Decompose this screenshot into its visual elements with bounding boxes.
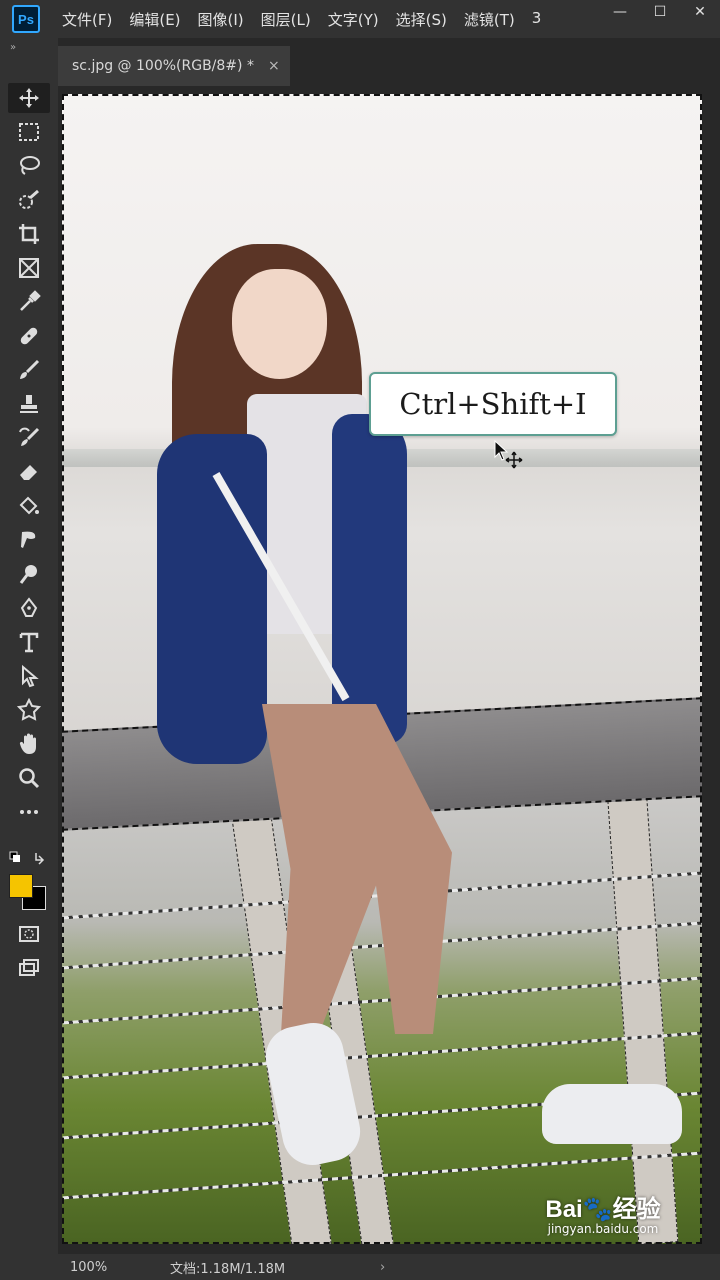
brush-tool[interactable] bbox=[8, 355, 50, 385]
close-tab-icon[interactable]: × bbox=[268, 58, 280, 74]
shortcut-tooltip: Ctrl+Shift+I bbox=[369, 372, 617, 436]
status-menu-arrow[interactable]: › bbox=[380, 1260, 385, 1275]
frame-tool[interactable] bbox=[8, 253, 50, 283]
quick-selection-icon bbox=[19, 189, 39, 209]
zoom-level[interactable]: 100% bbox=[70, 1260, 130, 1275]
menu-image[interactable]: 图像(I) bbox=[198, 9, 244, 30]
menu-filter[interactable]: 滤镜(T) bbox=[464, 9, 515, 30]
status-bar: 100% 文档:1.18M/1.18M › bbox=[58, 1254, 720, 1280]
minimize-button[interactable]: — bbox=[600, 0, 640, 24]
menu-file[interactable]: 文件(F) bbox=[62, 9, 112, 30]
menu-edit[interactable]: 编辑(E) bbox=[129, 9, 180, 30]
zoom-tool[interactable] bbox=[8, 763, 50, 793]
type-tool[interactable] bbox=[8, 627, 50, 657]
lasso-icon bbox=[20, 156, 40, 175]
quick-mask-icon bbox=[19, 926, 39, 942]
screen-mode-button[interactable] bbox=[8, 953, 50, 983]
menu-items: 文件(F) 编辑(E) 图像(I) 图层(L) 文字(Y) 选择(S) 滤镜(T… bbox=[62, 9, 558, 30]
crop-icon bbox=[19, 224, 39, 244]
lasso-tool[interactable] bbox=[8, 151, 50, 181]
baidu-watermark: Bai🐾经验 jingyan.baidu.com bbox=[528, 1189, 678, 1236]
brush-icon bbox=[20, 359, 40, 379]
shape-icon bbox=[17, 698, 41, 721]
document-canvas-photo[interactable]: Bai🐾经验 jingyan.baidu.com bbox=[62, 94, 702, 1244]
foreground-color-swatch[interactable] bbox=[9, 874, 33, 898]
menu-bar: Ps 文件(F) 编辑(E) 图像(I) 图层(L) 文字(Y) 选择(S) 滤… bbox=[0, 0, 720, 38]
marquee-icon bbox=[19, 123, 39, 141]
window-controls: — ☐ ✕ bbox=[600, 0, 720, 24]
quick-mask-button[interactable] bbox=[8, 919, 50, 949]
document-info: 文档:1.18M/1.18M bbox=[170, 1261, 286, 1277]
screen-mode-icon bbox=[19, 959, 39, 976]
tools-panel: » bbox=[0, 38, 58, 1280]
move-icon bbox=[19, 88, 39, 108]
close-button[interactable]: ✕ bbox=[680, 0, 720, 24]
zoom-icon bbox=[19, 768, 40, 789]
move-cursor-icon bbox=[494, 440, 523, 469]
healing-brush-tool[interactable] bbox=[8, 321, 50, 351]
smudge-tool[interactable] bbox=[8, 525, 50, 555]
arrow-icon bbox=[22, 664, 39, 688]
panel-collapse-grip[interactable]: » bbox=[0, 38, 58, 58]
pen-tool[interactable] bbox=[8, 593, 50, 623]
history-brush-icon bbox=[19, 427, 40, 446]
default-colors-icon bbox=[9, 851, 45, 865]
pen-icon bbox=[20, 597, 38, 617]
hand-icon bbox=[19, 733, 36, 754]
document-tab-bar: sc.jpg @ 100%(RGB/8#) * × bbox=[58, 38, 720, 86]
photo-person-jacket bbox=[157, 434, 267, 764]
hand-tool[interactable] bbox=[8, 729, 50, 759]
dodge-tool[interactable] bbox=[8, 559, 50, 589]
marquee-tool[interactable] bbox=[8, 117, 50, 147]
path-selection-tool[interactable] bbox=[8, 661, 50, 691]
crop-tool[interactable] bbox=[8, 219, 50, 249]
shortcut-text: Ctrl+Shift+I bbox=[399, 387, 587, 421]
type-icon bbox=[19, 632, 39, 653]
watermark-url: jingyan.baidu.com bbox=[547, 1222, 659, 1236]
bandage-icon bbox=[20, 327, 38, 345]
smudge-icon bbox=[21, 531, 36, 548]
shape-tool[interactable] bbox=[8, 695, 50, 725]
photoshop-logo: Ps bbox=[12, 5, 40, 33]
photo-person-face bbox=[232, 269, 327, 379]
dodge-icon bbox=[19, 565, 37, 584]
eyedropper-tool[interactable] bbox=[8, 287, 50, 317]
menu-3d[interactable]: 3 bbox=[532, 9, 542, 30]
eyedropper-icon bbox=[20, 290, 41, 311]
swap-colors-controls[interactable] bbox=[8, 850, 48, 868]
document-tab[interactable]: sc.jpg @ 100%(RGB/8#) * × bbox=[58, 46, 290, 86]
bucket-icon bbox=[19, 496, 39, 515]
maximize-button[interactable]: ☐ bbox=[640, 0, 680, 24]
menu-type[interactable]: 文字(Y) bbox=[328, 9, 379, 30]
clone-stamp-tool[interactable] bbox=[8, 389, 50, 419]
stamp-icon bbox=[20, 395, 38, 413]
history-brush-tool[interactable] bbox=[8, 423, 50, 453]
menu-select[interactable]: 选择(S) bbox=[396, 9, 447, 30]
eraser-icon bbox=[20, 465, 37, 480]
photo-fence-post bbox=[605, 773, 679, 1244]
more-tools[interactable] bbox=[8, 797, 50, 827]
eraser-tool[interactable] bbox=[8, 457, 50, 487]
photo-fence-rail bbox=[62, 976, 702, 1025]
watermark-logo: Bai🐾经验 bbox=[545, 1196, 661, 1223]
photo-person-shoe bbox=[542, 1084, 682, 1144]
move-tool[interactable] bbox=[8, 83, 50, 113]
document-tab-title: sc.jpg @ 100%(RGB/8#) * bbox=[72, 58, 254, 74]
more-icon bbox=[20, 810, 38, 814]
photo-fence-rail bbox=[62, 1031, 702, 1080]
frame-icon bbox=[19, 258, 39, 278]
paint-bucket-tool[interactable] bbox=[8, 491, 50, 521]
menu-layer[interactable]: 图层(L) bbox=[261, 9, 311, 30]
quick-selection-tool[interactable] bbox=[8, 185, 50, 215]
